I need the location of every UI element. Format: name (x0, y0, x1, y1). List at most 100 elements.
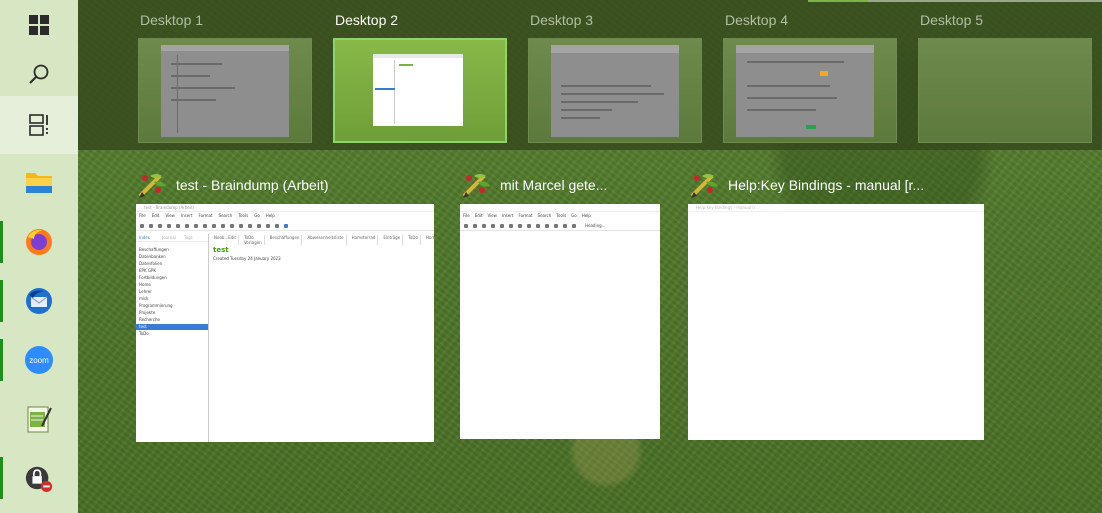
menu-item: Tools (238, 213, 249, 218)
desktop-1[interactable]: Desktop 1 (138, 0, 318, 150)
window-thumbnail-braindump[interactable]: test - Braindump (Arbeit) test - Braindu… (136, 170, 434, 442)
vpn-button[interactable] (0, 449, 78, 507)
zoom-label: zoom (25, 346, 53, 374)
menu-item: Tools (556, 213, 567, 218)
desktop-label: Desktop 5 (920, 12, 984, 28)
window-header: test - Braindump (Arbeit) (136, 170, 329, 200)
desktop-3[interactable]: Desktop 3 (528, 0, 708, 150)
menu-item: Format (518, 213, 533, 218)
file-explorer-button[interactable] (0, 153, 78, 211)
preview-menubar: File Edit View Insert Format Search Tool… (139, 213, 275, 218)
window-title: Help:Key Bindings - manual [r... (728, 177, 925, 193)
thumbnail-window (161, 45, 289, 137)
search-icon (24, 60, 54, 90)
thumbnail-window (373, 54, 463, 126)
window-preview[interactable]: File Edit View Insert Format Search Tool… (460, 204, 660, 439)
desktop-thumbnail[interactable] (918, 38, 1092, 143)
page-tab: Einträge (381, 235, 404, 245)
virtual-desktops-strip: Desktop 1 Desktop 2 Desktop 3 Desktop 4 … (78, 0, 1102, 150)
page-tab: Hamsterrad (350, 235, 379, 245)
running-indicator (0, 457, 3, 499)
side-item: Fortbildungen (139, 275, 167, 280)
page-created-date: Created Tuesday 24 January 2023 (213, 256, 281, 261)
zoom-button[interactable]: zoom (0, 331, 78, 389)
menu-item: Help (581, 213, 591, 218)
running-indicator (0, 280, 3, 322)
desktop-5[interactable]: Desktop 5 (918, 0, 1098, 150)
preview-menubar: File Edit View Insert Format Search Tool… (463, 213, 591, 218)
notepad-icon (24, 404, 54, 434)
desktop-label: Desktop 4 (725, 12, 789, 28)
thumbnail-window (551, 45, 679, 137)
side-item: Datenbanken (139, 254, 166, 259)
side-item: misk (139, 296, 149, 301)
side-item: Recherche (139, 317, 161, 322)
menu-item: File (463, 213, 470, 218)
side-item-selected: test (139, 324, 147, 329)
side-item: Home (139, 282, 151, 287)
firefox-button[interactable] (0, 213, 78, 271)
page-tab: ToDo (406, 235, 421, 245)
notepad-button[interactable] (0, 390, 78, 448)
task-view-button[interactable] (0, 96, 78, 154)
side-tab: Journal (162, 235, 176, 240)
menu-item: Go (571, 213, 577, 218)
page-tab: Beschaffungen (268, 235, 303, 245)
preview-titlebar: Help:Key Bindings - manual [r... (688, 204, 984, 212)
side-item: Programmierung (139, 303, 173, 308)
window-title: mit Marcel gete... (500, 177, 608, 193)
task-view-icon (24, 110, 54, 140)
window-preview[interactable]: Help:Key Bindings - manual [r... (688, 204, 984, 440)
preview-title: Help:Key Bindings - manual [r... (696, 205, 760, 210)
page-tab: Noob...Edit (212, 235, 239, 245)
windows-logo-icon (24, 10, 54, 40)
side-item: EPK GPK (139, 268, 156, 273)
menu-item: Help (265, 213, 275, 218)
taskbar: zoom (0, 0, 78, 513)
lock-icon (24, 463, 54, 493)
side-item: Beschaffungen (139, 247, 169, 252)
thunderbird-button[interactable] (0, 272, 78, 330)
preview-titlebar: test - Braindump (Arbeit) (136, 204, 434, 212)
page-tab: Home (424, 235, 434, 245)
side-tab: Tags (183, 235, 193, 240)
side-tab: Index (139, 235, 151, 240)
folder-icon (24, 167, 54, 197)
zim-icon (136, 170, 168, 200)
page-heading: test (213, 246, 229, 254)
desktop-thumbnail[interactable] (723, 38, 897, 143)
running-indicator (0, 339, 3, 381)
desktop-label: Desktop 1 (140, 12, 204, 28)
preview-title: test - Braindump (Arbeit) (144, 205, 195, 210)
menu-item: View (487, 213, 497, 218)
firefox-icon (24, 227, 54, 257)
desktop-label: Desktop 2 (335, 12, 399, 28)
menu-item: Edit (474, 213, 483, 218)
page-tab: ToDo Vorlagen (242, 235, 265, 245)
page-tab: Abwesenheitsliste (305, 235, 347, 245)
heading-style-select: Heading... (585, 223, 606, 228)
zoom-icon: zoom (24, 345, 54, 375)
desktop-thumbnail[interactable] (528, 38, 702, 143)
side-item: Projekte (139, 310, 156, 315)
menu-item: Insert (180, 213, 193, 218)
zim-icon (688, 170, 720, 200)
menu-item: Search (537, 213, 552, 218)
thunderbird-icon (24, 286, 54, 316)
window-thumbnail-help[interactable]: Help:Key Bindings - manual [r... Help:Ke… (688, 170, 984, 440)
window-thumbnail-marcel[interactable]: mit Marcel gete... File Edit View Insert… (460, 170, 660, 439)
desktop-thumbnail[interactable] (333, 38, 507, 143)
preview-toolbar (136, 221, 434, 231)
zim-icon (460, 170, 492, 200)
side-item: Lehrer (139, 289, 152, 294)
preview-sidebar: Index Journal Tags Beschaffungen Datenba… (136, 234, 209, 442)
desktop-thumbnail[interactable] (138, 38, 312, 143)
menu-item: View (165, 213, 175, 218)
side-item: Datenfolien (139, 261, 163, 266)
desktop-4[interactable]: Desktop 4 (723, 0, 903, 150)
side-item: ToDo (139, 331, 149, 336)
window-preview[interactable]: test - Braindump (Arbeit) File Edit View… (136, 204, 434, 442)
menu-item: File (139, 213, 146, 218)
running-indicator (0, 221, 3, 263)
desktop-2[interactable]: Desktop 2 (333, 0, 513, 150)
